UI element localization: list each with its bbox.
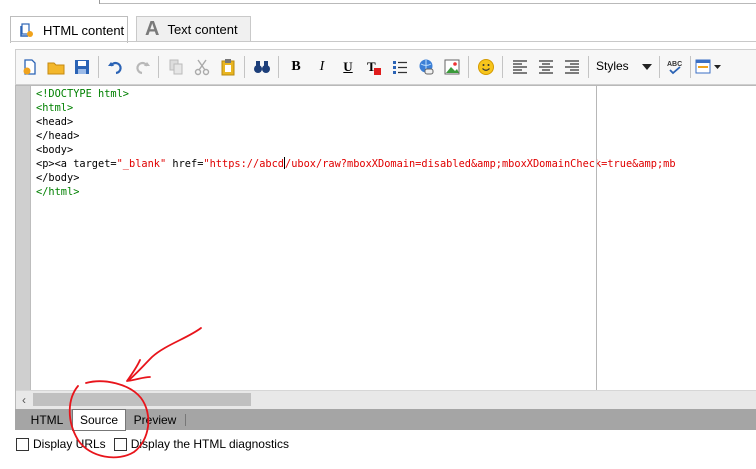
code-token: <p><a target=	[36, 158, 117, 170]
spellcheck-button[interactable]: ABC	[664, 56, 686, 78]
styles-label: Styles	[596, 59, 629, 73]
code-line: <p><a target="_blank" href="https://abcd…	[36, 157, 676, 171]
code-line: </head>	[36, 129, 676, 143]
code-token: </html>	[36, 186, 80, 198]
scissors-icon	[194, 59, 210, 76]
tab-preview[interactable]: Preview	[127, 411, 183, 429]
redo-icon	[136, 61, 150, 75]
clipboard-icon	[221, 59, 235, 76]
paste-button[interactable]	[217, 56, 239, 78]
display-urls-option[interactable]: Display URLs	[16, 437, 106, 451]
align-left-button[interactable]	[509, 56, 531, 78]
horizontal-scrollbar[interactable]: ‹	[16, 390, 756, 409]
code-line: </html>	[36, 185, 676, 199]
align-right-icon	[565, 60, 579, 74]
undo-button[interactable]	[105, 56, 127, 78]
tab-text-content[interactable]: A Text content	[136, 16, 251, 41]
tab-separator	[185, 414, 186, 426]
tab-text-content-label: Text content	[167, 21, 238, 37]
link-button[interactable]	[415, 56, 437, 78]
bold-icon: B	[291, 59, 301, 74]
source-editor[interactable]: <!DOCTYPE html> <html> <head> </head> <body>…	[15, 85, 756, 409]
align-left-icon	[513, 60, 527, 74]
code-line: </body>	[36, 171, 676, 185]
display-diagnostics-option[interactable]: Display the HTML diagnostics	[113, 437, 289, 451]
folder-icon	[47, 62, 65, 75]
text-content-icon: A	[145, 17, 160, 40]
tabs-divider	[10, 41, 756, 42]
smiley-icon	[478, 59, 494, 75]
display-diagnostics-label: Display the HTML diagnostics	[130, 437, 289, 451]
code-token: <body>	[36, 144, 74, 156]
tab-source[interactable]: Source	[72, 409, 126, 431]
new-document-icon	[23, 59, 36, 75]
code-line: <!DOCTYPE html>	[36, 87, 676, 101]
copy-icon	[169, 59, 183, 75]
code-token: <html>	[36, 102, 74, 114]
html-content-icon	[19, 22, 35, 38]
redo-button[interactable]	[131, 56, 153, 78]
underline-icon: U	[343, 59, 353, 74]
code-token: </head>	[36, 130, 80, 142]
scroll-left-icon[interactable]: ‹	[18, 393, 30, 407]
tab-source-label: Source	[79, 413, 119, 427]
cut-button[interactable]	[191, 56, 213, 78]
format-menu-icon	[695, 59, 721, 74]
editor-gutter	[16, 86, 31, 390]
align-center-icon	[539, 60, 553, 74]
code-line: <body>	[36, 143, 676, 157]
underline-button[interactable]: U	[337, 56, 359, 78]
find-button[interactable]	[251, 56, 273, 78]
code-token: </body>	[36, 172, 80, 184]
tab-html-label: HTML	[30, 413, 64, 427]
code-token: "https://abcd	[203, 158, 284, 170]
emoji-button[interactable]	[475, 56, 497, 78]
chevron-down-icon	[642, 64, 652, 70]
undo-icon	[108, 61, 122, 75]
image-icon	[444, 59, 460, 75]
code-area[interactable]: <!DOCTYPE html> <html> <head> </head> <body>…	[36, 87, 676, 199]
code-line: <html>	[36, 101, 676, 115]
list-button[interactable]	[389, 56, 411, 78]
text-color-icon: T	[367, 59, 381, 75]
tab-html-content-label: HTML content	[43, 22, 125, 38]
code-token: <!DOCTYPE html>	[36, 88, 129, 100]
code-line: <head>	[36, 115, 676, 129]
image-button[interactable]	[441, 56, 463, 78]
globe-link-icon	[419, 59, 434, 75]
copy-button[interactable]	[165, 56, 187, 78]
align-center-button[interactable]	[535, 56, 557, 78]
spellcheck-icon: ABC	[667, 61, 682, 75]
format-menu-button[interactable]	[694, 56, 724, 78]
save-icon	[75, 60, 89, 74]
italic-icon: I	[319, 59, 325, 74]
italic-button[interactable]: I	[311, 56, 333, 78]
display-options: Display URLs Display the HTML diagnostic…	[16, 436, 299, 452]
open-button[interactable]	[45, 56, 67, 78]
print-margin-line	[596, 86, 597, 390]
bold-button[interactable]: B	[285, 56, 307, 78]
tab-html-content[interactable]: HTML content	[10, 16, 128, 43]
tab-preview-label: Preview	[133, 413, 177, 427]
binoculars-icon	[254, 61, 270, 73]
code-token: href=	[166, 158, 204, 170]
display-diagnostics-checkbox[interactable]	[113, 437, 127, 451]
code-token: /ubox/raw?mboxXDomain=disabled&amp;mboxX…	[285, 158, 676, 170]
top-edge	[0, 0, 756, 8]
new-document-button[interactable]	[19, 56, 41, 78]
scrollbar-thumb[interactable]	[33, 393, 251, 406]
text-color-button[interactable]: T	[363, 56, 385, 78]
styles-dropdown-arrow[interactable]	[639, 58, 655, 76]
editor-toolbar: B I U T Styles ABC	[15, 49, 756, 85]
code-token: <head>	[36, 116, 74, 128]
display-urls-label: Display URLs	[33, 437, 106, 451]
align-right-button[interactable]	[561, 56, 583, 78]
save-button[interactable]	[71, 56, 93, 78]
tab-html[interactable]: HTML	[23, 411, 71, 429]
code-token: "_blank"	[116, 158, 167, 170]
display-urls-checkbox[interactable]	[16, 437, 29, 451]
bullet-list-icon	[393, 61, 407, 74]
view-mode-tabs: HTML Source Preview	[15, 409, 756, 431]
